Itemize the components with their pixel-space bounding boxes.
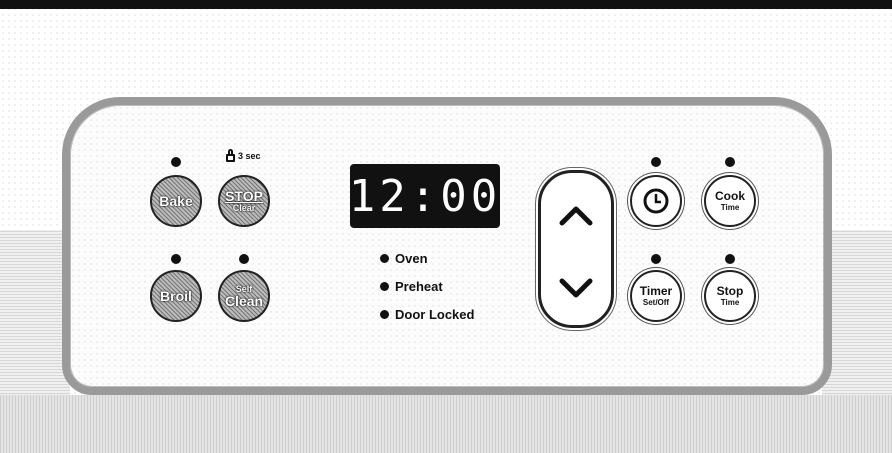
side-shading-right [822, 230, 892, 400]
door-locked-indicator-dot [380, 310, 389, 319]
up-arrow-button[interactable] [541, 185, 611, 245]
stop-label: STOP [225, 188, 263, 204]
oven-indicator: Oven [380, 251, 428, 266]
clock-icon [643, 188, 669, 214]
timer-label: Timer [639, 284, 673, 298]
clean-label: Clean [224, 293, 264, 309]
timer-button[interactable]: Timer Set/Off [630, 270, 682, 322]
arrow-pad [538, 170, 614, 328]
lock-hint: 3 sec [226, 149, 261, 162]
stop-time-label: Stop [716, 284, 744, 298]
top-edge [0, 0, 892, 9]
clear-label: Clear [232, 203, 256, 213]
door-locked-indicator: Door Locked [380, 307, 474, 322]
timer-sub-label: Set/Off [642, 298, 670, 307]
control-panel [62, 97, 832, 395]
clock-indicator-light [651, 157, 661, 167]
time-display: 12:00 [349, 164, 500, 228]
chevron-down-icon [559, 278, 593, 298]
broil-indicator-light [171, 254, 181, 264]
bottom-trim [0, 395, 892, 453]
bake-label: Bake [159, 193, 193, 209]
bake-button[interactable]: Bake [150, 175, 202, 227]
bake-indicator-light [171, 157, 181, 167]
clock-button[interactable] [630, 175, 682, 227]
stop-time-indicator-light [725, 254, 735, 264]
cook-time-indicator-light [725, 157, 735, 167]
stop-time-button[interactable]: Stop Time [704, 270, 756, 322]
chevron-up-icon [559, 206, 593, 226]
self-clean-indicator-light [239, 254, 249, 264]
cook-time-sub-label: Time [720, 203, 740, 212]
stop-time-sub-label: Time [720, 298, 740, 307]
preheat-indicator-label: Preheat [395, 279, 443, 294]
preheat-indicator-dot [380, 282, 389, 291]
broil-button[interactable]: Broil [150, 270, 202, 322]
preheat-indicator: Preheat [380, 279, 443, 294]
lock-icon [226, 149, 235, 162]
side-shading-left [0, 230, 70, 400]
down-arrow-button[interactable] [541, 259, 611, 319]
self-clean-button[interactable]: Self Clean [218, 270, 270, 322]
oven-indicator-label: Oven [395, 251, 428, 266]
broil-label: Broil [160, 288, 192, 304]
cook-label: Cook [715, 189, 745, 203]
stop-clear-button[interactable]: STOP Clear [218, 175, 270, 227]
lock-hint-label: 3 sec [238, 151, 261, 161]
oven-indicator-dot [380, 254, 389, 263]
door-locked-indicator-label: Door Locked [395, 307, 475, 322]
timer-indicator-light [651, 254, 661, 264]
cook-time-button[interactable]: Cook Time [704, 175, 756, 227]
